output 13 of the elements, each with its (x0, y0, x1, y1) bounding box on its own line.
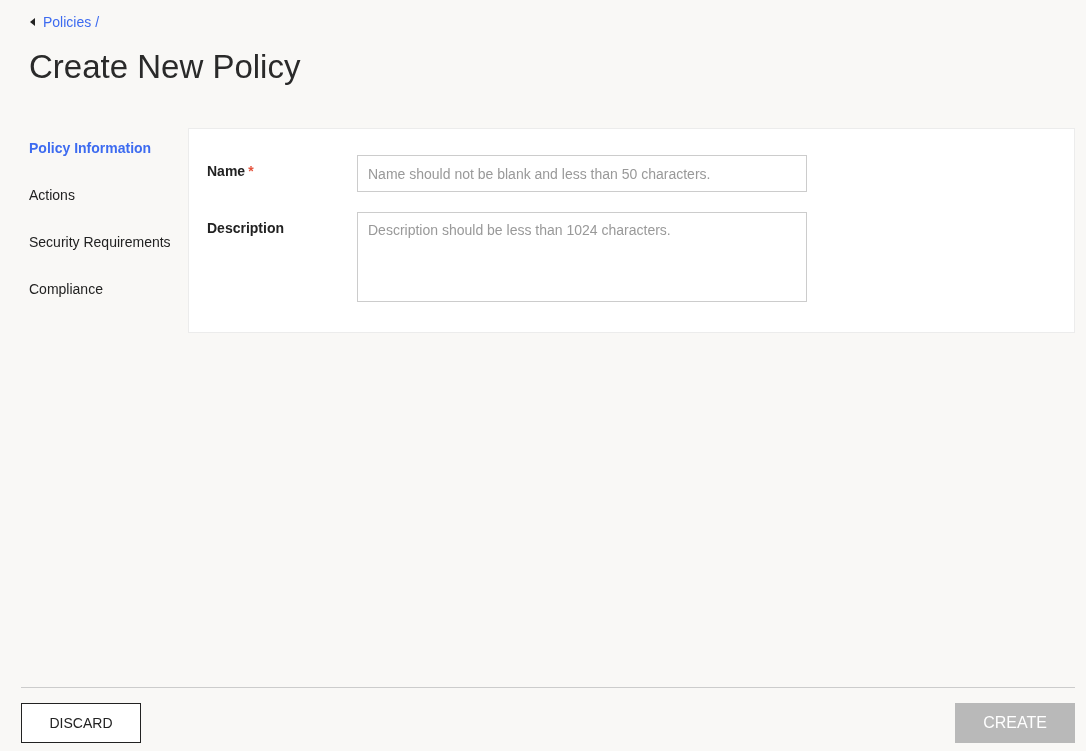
discard-button[interactable]: DISCARD (21, 703, 141, 743)
sidebar-item[interactable]: Policy Information (29, 138, 188, 158)
sidebar-item[interactable]: Compliance (29, 279, 188, 299)
description-field[interactable]: Description should be less than 1024 characters. (357, 212, 807, 302)
required-mark: * (248, 163, 254, 179)
field-label: Name (207, 163, 246, 179)
breadcrumb-link[interactable]: Policies / (43, 14, 100, 30)
name-field[interactable]: Name should not be blank and less than 50 characters. (357, 155, 807, 192)
caret-left-icon (30, 18, 35, 26)
page-title: Create New Policy (29, 48, 302, 86)
sidebar-item[interactable]: Security Requirements (29, 232, 188, 252)
field-label: Description (207, 220, 284, 236)
sidebar-item[interactable]: Actions (29, 185, 188, 205)
